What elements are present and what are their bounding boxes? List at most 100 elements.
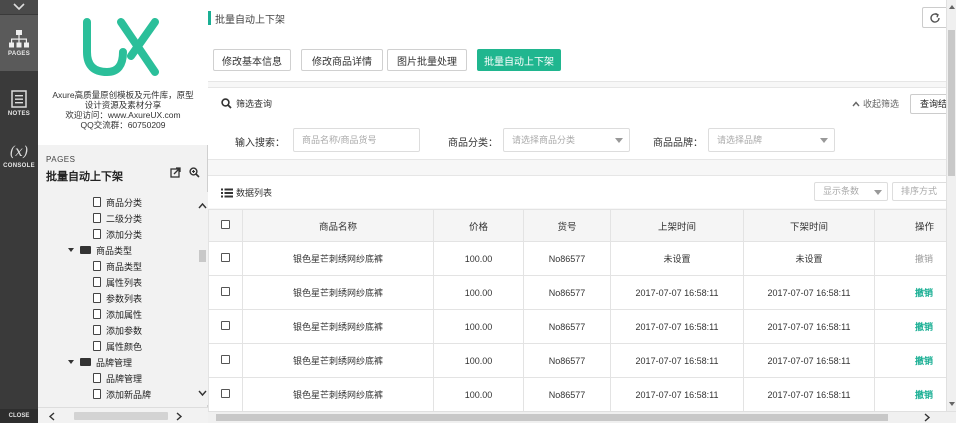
table-row: 银色星芒刺绣网纱底裤 100.00 No86577 2017-07-07 16:58:…	[208, 377, 947, 412]
expand-caret-icon[interactable]	[68, 360, 74, 364]
revoke-link[interactable]: 撤销	[915, 322, 933, 332]
category-select[interactable]: 请选择商品分类	[503, 128, 630, 152]
expand-caret-icon[interactable]	[68, 248, 74, 252]
cell-price: 100.00	[433, 377, 524, 412]
query-button[interactable]: 查询结果	[910, 94, 950, 114]
select-all-cell	[208, 209, 243, 242]
tree-item-label: 商品类型	[96, 245, 133, 256]
sort-placeholder: 排序方式	[901, 186, 938, 196]
tree-item-label: 添加参数	[106, 325, 143, 336]
tab-batch-image[interactable]: 图片批量处理	[387, 49, 467, 71]
chevron-right-icon[interactable]	[924, 413, 931, 422]
tree-page[interactable]: 属性颜色	[93, 338, 142, 354]
chevron-left-icon[interactable]	[48, 412, 55, 421]
tab-edit-product-detail[interactable]: 修改商品详情	[301, 49, 383, 71]
ux-logo	[83, 18, 159, 77]
dropdown-caret-icon	[874, 190, 882, 195]
tree-page[interactable]: 二级分类	[93, 210, 142, 226]
title-accent-bar	[208, 11, 211, 25]
page-header: 批量自动上下架	[208, 0, 956, 36]
tree-page[interactable]: 添加新品牌	[93, 386, 151, 402]
page-icon	[93, 197, 101, 207]
tab-batch-auto-shelf[interactable]: 批量自动上下架	[477, 49, 561, 71]
main-scroll-thumb[interactable]	[948, 30, 955, 176]
tree-hscroll-thumb[interactable]	[74, 412, 168, 420]
scroll-up-icon[interactable]	[949, 5, 955, 9]
tree-page[interactable]: 商品类型	[93, 258, 142, 274]
tree-page[interactable]: 添加参数	[93, 322, 142, 338]
chevron-up-icon[interactable]	[198, 202, 207, 209]
scroll-down-icon[interactable]	[949, 402, 955, 406]
tree-folder[interactable]: 图片库管理	[68, 402, 141, 405]
row-checkbox[interactable]	[221, 253, 230, 262]
logo-area: Axure高质量原创模板及元件库，原型 设计资源及素材分享 欢迎访问：www.A…	[38, 0, 208, 145]
dropdown-caret-icon	[820, 138, 828, 143]
cell-sku: No86577	[523, 343, 611, 378]
cell-action: 撤销	[874, 377, 947, 412]
page-title: 批量自动上下架	[215, 15, 285, 26]
tree-folder[interactable]: 品牌管理	[68, 354, 132, 370]
cell-price: 100.00	[433, 309, 524, 344]
product-table: 商品名称 价格 货号 上架时间 下架时间 操作 银色星芒刺绣网纱底裤 100.00…	[208, 209, 947, 412]
console-icon: (x)	[9, 143, 29, 160]
collapse-filter-toggle[interactable]: 收起筛选	[852, 97, 899, 110]
export-icon[interactable]	[170, 167, 181, 178]
brand-select-placeholder: 请选择品牌	[717, 135, 763, 145]
row-checkbox[interactable]	[221, 321, 230, 330]
revoke-link[interactable]: 撤销	[915, 288, 933, 298]
select-all-checkbox[interactable]	[221, 219, 230, 229]
refresh-button[interactable]	[922, 7, 948, 28]
page-icon	[93, 261, 101, 271]
row-checkbox[interactable]	[221, 355, 230, 364]
console-tab-label: CONSOLE	[3, 162, 35, 169]
data-list-title: 数据列表	[236, 188, 273, 198]
row-select-cell	[208, 241, 243, 276]
tree-page[interactable]: 添加属性	[93, 306, 142, 322]
page-size-select[interactable]: 显示条数	[814, 182, 888, 201]
tree-folder[interactable]: 商品类型	[68, 242, 132, 258]
chevron-down-icon[interactable]	[198, 390, 207, 397]
row-checkbox[interactable]	[221, 389, 230, 398]
cell-action: 撤销	[874, 241, 947, 276]
tab-edit-basic-info[interactable]: 修改基本信息	[213, 49, 291, 71]
tree-page[interactable]: 添加分类	[93, 226, 142, 242]
tree-page[interactable]: 参数列表	[93, 290, 142, 306]
collapse-toggle[interactable]	[0, 0, 38, 14]
filter-title: 筛选查询	[236, 99, 273, 109]
promo-line: Axure高质量原创模板及元件库，原型	[52, 90, 194, 100]
table-row: 银色星芒刺绣网纱底裤 100.00 No86577 未设置 未设置 撤销	[208, 241, 947, 276]
pages-tab[interactable]: PAGES	[0, 15, 38, 71]
tree-vertical-scrollbar[interactable]	[197, 192, 208, 405]
search-input[interactable]: 商品名称/商品货号	[293, 128, 420, 152]
tree-page[interactable]: 属性列表	[93, 274, 142, 290]
tree-page[interactable]: 商品分类	[93, 194, 142, 210]
brand-select[interactable]: 请选择品牌	[708, 128, 835, 152]
column-header: 价格	[433, 209, 524, 242]
revoke-link[interactable]: 撤销	[915, 390, 933, 400]
column-header: 下架时间	[743, 209, 875, 242]
notes-icon	[11, 89, 27, 108]
sort-select[interactable]: 排序方式	[892, 182, 948, 201]
search-page-icon[interactable]	[189, 167, 200, 178]
left-toolbar: PAGES NOTES (x) CONSOLE CLOSE	[0, 0, 38, 423]
main-horizontal-scrollbar[interactable]	[208, 411, 956, 423]
tree-horizontal-scrollbar[interactable]	[38, 407, 208, 423]
cell-price: 100.00	[433, 241, 524, 276]
tree-item-label: 品牌管理	[106, 373, 143, 384]
list-icon	[221, 188, 233, 197]
tree-page[interactable]: 品牌管理	[93, 370, 142, 386]
main-vertical-scrollbar[interactable]	[946, 0, 956, 411]
close-button[interactable]: CLOSE	[0, 409, 38, 423]
cell-sku: No86577	[523, 377, 611, 412]
chevron-right-icon[interactable]	[176, 412, 183, 421]
tree-scroll-thumb[interactable]	[199, 250, 206, 262]
console-tab[interactable]: (x) CONSOLE	[0, 128, 38, 184]
row-checkbox[interactable]	[221, 287, 230, 296]
tree-item-label: 添加新品牌	[106, 389, 152, 400]
notes-tab[interactable]: NOTES	[0, 75, 38, 131]
dropdown-caret-icon	[615, 138, 623, 143]
cell-sku: No86577	[523, 241, 611, 276]
column-header: 上架时间	[610, 209, 744, 242]
main-hscroll-thumb[interactable]	[216, 414, 888, 421]
revoke-link[interactable]: 撤销	[915, 356, 933, 366]
